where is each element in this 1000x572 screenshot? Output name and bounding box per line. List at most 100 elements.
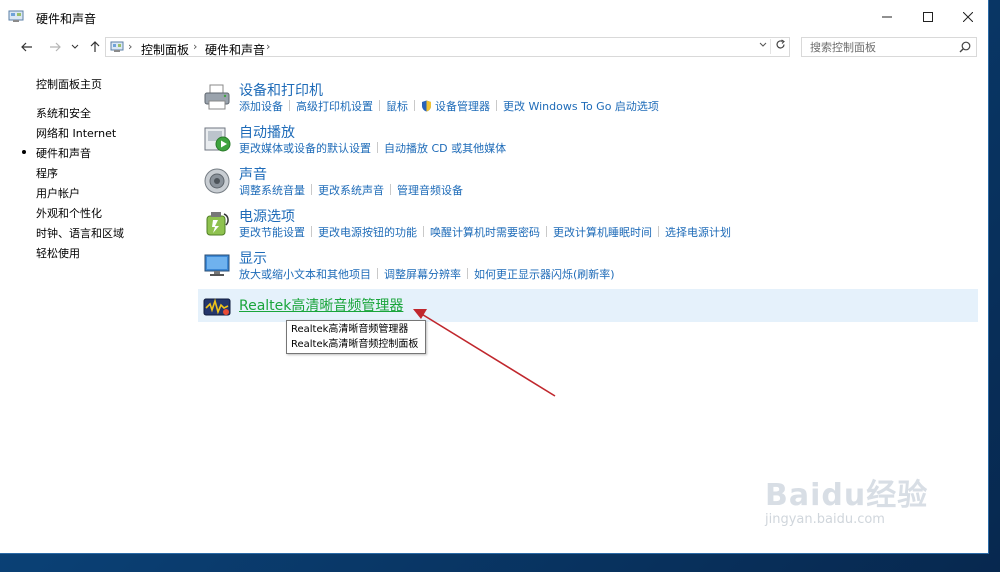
link-power-button[interactable]: 更改电源按钮的功能: [318, 226, 417, 239]
chevron-down-icon: [759, 42, 767, 47]
control-panel-icon: [8, 10, 24, 22]
tooltip-line: Realtek高清晰音频控制面板: [291, 339, 419, 350]
title-bar: 硬件和声音: [0, 0, 988, 34]
category-title[interactable]: 显示: [239, 248, 267, 268]
category-links: 调整系统音量 更改系统声音 管理音频设备: [239, 182, 463, 198]
minimize-button[interactable]: [864, 0, 909, 34]
uac-shield-icon: [422, 100, 431, 112]
sidebar-item-ease-of-access[interactable]: 轻松使用: [36, 245, 80, 261]
link-wake-password[interactable]: 唤醒计算机时需要密码: [430, 226, 540, 239]
watermark-url: jingyan.baidu.com: [765, 512, 885, 527]
link-separator: [377, 142, 378, 153]
monitor-icon[interactable]: [202, 250, 232, 280]
category-autoplay: 自动播放 更改媒体或设备的默认设置 自动播放 CD 或其他媒体: [198, 120, 978, 160]
link-separator: [423, 226, 424, 237]
sidebar-item-appearance[interactable]: 外观和个性化: [36, 205, 102, 221]
link-power-plan[interactable]: 选择电源计划: [665, 226, 731, 239]
category-display: 显示 放大或缩小文本和其他项目 调整屏幕分辨率 如何更正显示器闪烁(刷新率): [198, 246, 978, 286]
link-mouse[interactable]: 鼠标: [386, 100, 408, 113]
link-device-manager[interactable]: 设备管理器: [435, 100, 490, 113]
category-sound: 声音 调整系统音量 更改系统声音 管理音频设备: [198, 162, 978, 202]
category-links: 添加设备 高级打印机设置 鼠标 设备管理器 更改 Windows To Go 启动选项: [239, 98, 659, 114]
sidebar-item-programs[interactable]: 程序: [36, 165, 58, 181]
link-autoplay-cd[interactable]: 自动播放 CD 或其他媒体: [384, 142, 506, 155]
speaker-icon[interactable]: [202, 166, 232, 196]
sidebar-item-system-security[interactable]: 系统和安全: [36, 105, 91, 121]
tooltip-line: Realtek高清晰音频管理器: [291, 324, 409, 335]
category-title[interactable]: 设备和打印机: [239, 80, 323, 100]
category-realtek[interactable]: Realtek高清晰音频管理器: [198, 289, 978, 322]
link-power-saving[interactable]: 更改节能设置: [239, 226, 305, 239]
link-sleep-time[interactable]: 更改计算机睡眠时间: [553, 226, 652, 239]
category-title[interactable]: 自动播放: [239, 122, 295, 142]
link-separator: [289, 100, 290, 111]
category-devices-printers: 设备和打印机 添加设备 高级打印机设置 鼠标 设备管理器 更改 Windows To G…: [198, 78, 978, 118]
link-separator: [390, 184, 391, 195]
link-default-media[interactable]: 更改媒体或设备的默认设置: [239, 142, 371, 155]
realtek-audio-icon[interactable]: [202, 292, 232, 322]
link-windows-to-go[interactable]: 更改 Windows To Go 启动选项: [503, 100, 659, 113]
link-text-size[interactable]: 放大或缩小文本和其他项目: [239, 268, 371, 281]
sidebar-item-clock-region[interactable]: 时钟、语言和区域: [36, 225, 124, 241]
realtek-title-link[interactable]: Realtek高清晰音频管理器: [239, 295, 403, 315]
arrow-left-icon: [21, 42, 32, 52]
sidebar-home-link[interactable]: 控制面板主页: [36, 76, 102, 92]
forward-button[interactable]: [46, 38, 64, 56]
refresh-icon: [776, 39, 785, 49]
navigation-bar: › 控制面板 › 硬件和声音 ›: [0, 34, 988, 60]
link-adjust-volume[interactable]: 调整系统音量: [239, 184, 305, 197]
link-separator: [311, 226, 312, 237]
category-links: 放大或缩小文本和其他项目 调整屏幕分辨率 如何更正显示器闪烁(刷新率): [239, 266, 615, 282]
link-separator: [377, 268, 378, 279]
minimize-icon: [881, 16, 892, 18]
baidu-watermark: Baidu经验 jingyan.baidu.com: [765, 470, 928, 527]
control-panel-icon: [110, 41, 124, 52]
category-title[interactable]: 声音: [239, 164, 267, 184]
maximize-icon: [922, 12, 933, 22]
chevron-right-icon[interactable]: ›: [266, 40, 270, 53]
link-separator: [379, 100, 380, 111]
power-icon[interactable]: [202, 208, 232, 238]
search-icon[interactable]: [959, 41, 971, 53]
autoplay-icon[interactable]: [202, 124, 232, 154]
address-dropdown-button[interactable]: [759, 40, 767, 51]
arrow-up-icon: [90, 41, 100, 52]
arrow-right-icon: [50, 42, 61, 52]
search-box[interactable]: [801, 37, 977, 57]
chevron-right-icon: ›: [128, 40, 133, 53]
link-add-device[interactable]: 添加设备: [239, 100, 283, 113]
maximize-button[interactable]: [905, 0, 950, 34]
close-button[interactable]: [945, 0, 990, 34]
breadcrumb-control-panel[interactable]: 控制面板: [141, 41, 189, 58]
breadcrumb-hardware-sound[interactable]: 硬件和声音: [205, 41, 265, 58]
link-separator: [658, 226, 659, 237]
watermark-logo: Baidu经验: [765, 478, 929, 513]
sidebar-item-network[interactable]: 网络和 Internet: [36, 125, 116, 141]
link-change-sounds[interactable]: 更改系统声音: [318, 184, 384, 197]
link-advanced-printer[interactable]: 高级打印机设置: [296, 100, 373, 113]
search-input[interactable]: [808, 40, 952, 55]
link-refresh-rate[interactable]: 如何更正显示器闪烁(刷新率): [474, 268, 615, 281]
tooltip: Realtek高清晰音频管理器 Realtek高清晰音频控制面板: [286, 320, 426, 354]
category-links: 更改节能设置 更改电源按钮的功能 唤醒计算机时需要密码 更改计算机睡眠时间 选择电源计划: [239, 224, 731, 240]
window-title: 硬件和声音: [36, 12, 97, 26]
link-manage-audio[interactable]: 管理音频设备: [397, 184, 463, 197]
active-bullet-icon: [22, 150, 26, 154]
up-button[interactable]: [86, 38, 104, 56]
link-separator: [546, 226, 547, 237]
chevron-down-icon: [71, 44, 79, 49]
back-button[interactable]: [18, 38, 36, 56]
link-separator: [414, 100, 415, 111]
sidebar-item-user-accounts[interactable]: 用户帐户: [36, 185, 80, 201]
category-title[interactable]: 电源选项: [239, 206, 295, 226]
link-separator: [311, 184, 312, 195]
refresh-button[interactable]: [770, 39, 786, 54]
address-bar[interactable]: › 控制面板 › 硬件和声音 ›: [105, 37, 790, 57]
printer-icon[interactable]: [202, 82, 232, 112]
category-links: 更改媒体或设备的默认设置 自动播放 CD 或其他媒体: [239, 140, 506, 156]
recent-locations-button[interactable]: [66, 38, 84, 56]
sidebar-item-hardware-sound[interactable]: 硬件和声音: [36, 145, 91, 161]
chevron-right-icon[interactable]: ›: [193, 40, 197, 53]
link-resolution[interactable]: 调整屏幕分辨率: [384, 268, 461, 281]
link-separator: [496, 100, 497, 111]
